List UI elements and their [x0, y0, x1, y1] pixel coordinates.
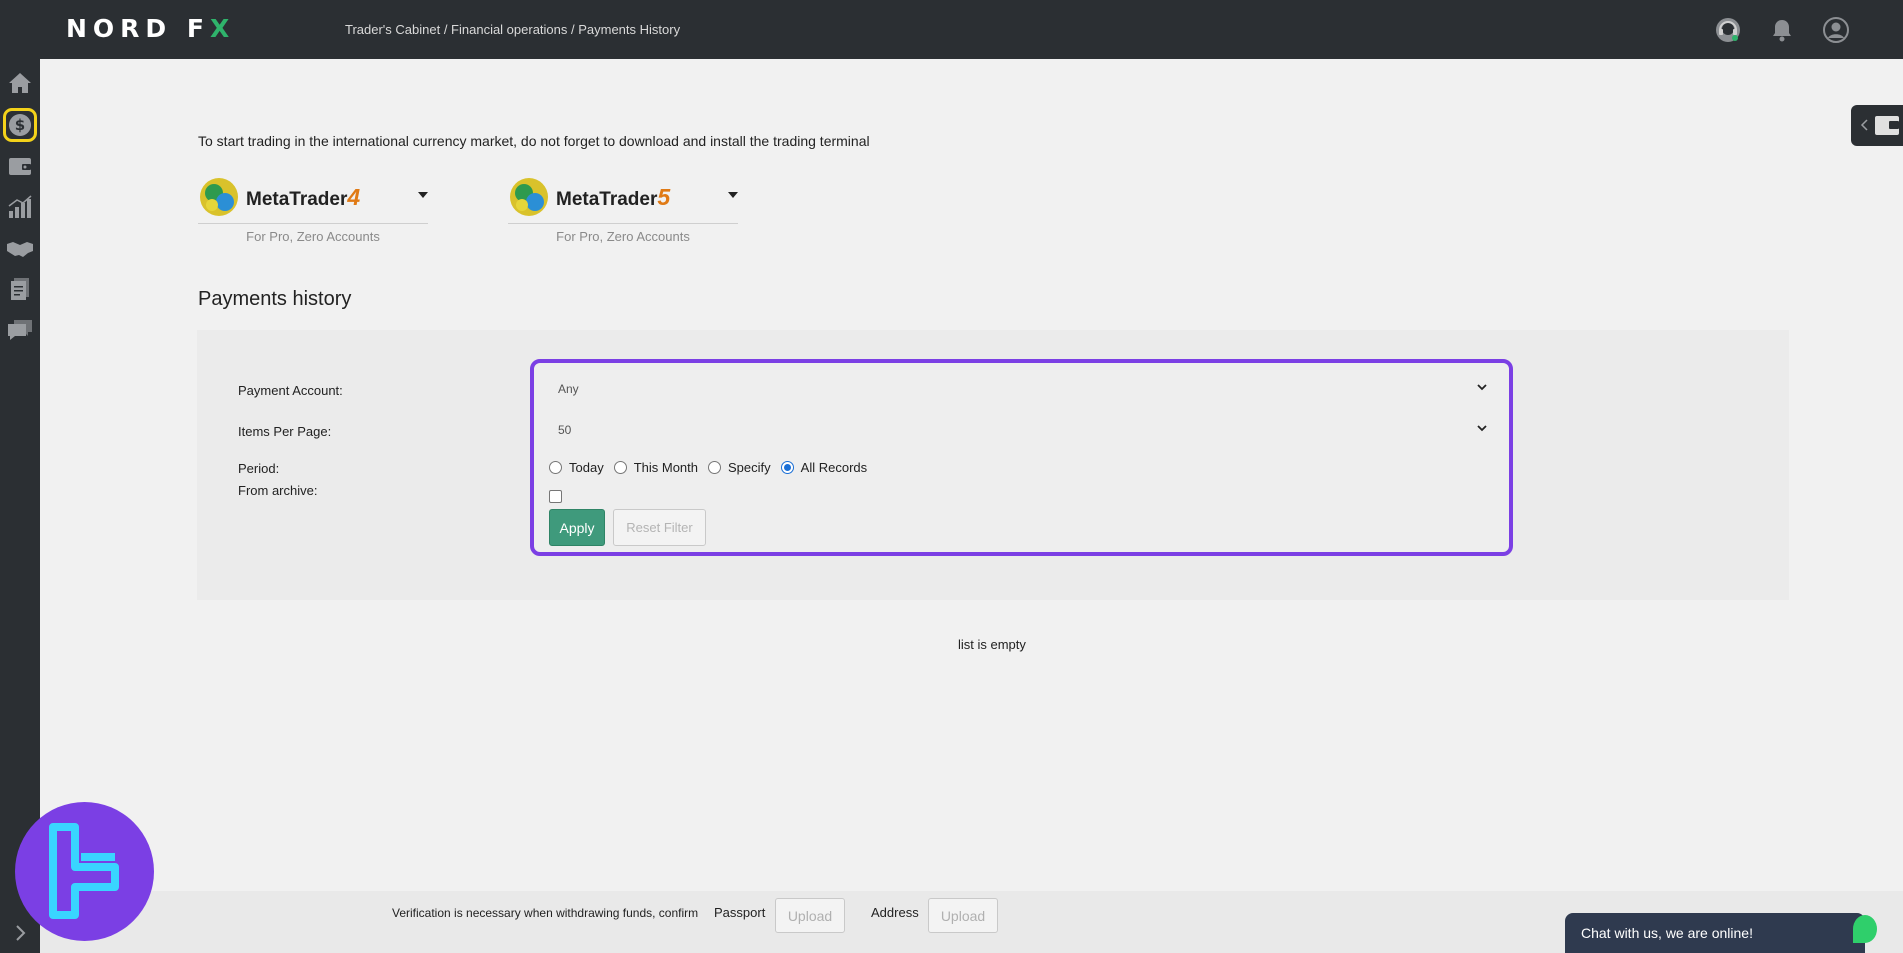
nordfx-logo[interactable]: NORD FX — [66, 14, 235, 43]
top-bar: NORD FX Trader's Cabinet / Financial ope… — [0, 0, 1903, 59]
radio-button[interactable] — [549, 461, 562, 474]
metatrader5-download[interactable]: MetaTrader5 — [508, 172, 738, 224]
caret-down-icon[interactable] — [728, 192, 738, 198]
home-icon[interactable] — [6, 69, 34, 97]
page-title: Payments history — [198, 288, 352, 310]
metatrader5-subtitle: For Pro, Zero Accounts — [556, 229, 690, 244]
period-radio-group: Today This Month Specify All Records — [549, 460, 877, 475]
svg-text:$: $ — [15, 116, 25, 134]
payment-account-label: Payment Account: — [238, 383, 343, 398]
verification-text: Verification is necessary when withdrawi… — [392, 906, 699, 920]
period-option-all-records[interactable]: All Records — [780, 460, 867, 475]
period-option-specify[interactable]: Specify — [708, 460, 771, 475]
handshake-icon[interactable] — [6, 234, 34, 262]
wallet-icon — [1860, 116, 1899, 135]
radio-button-checked[interactable] — [780, 461, 794, 474]
items-per-page-select[interactable]: 50 — [558, 414, 1488, 444]
radio-button[interactable] — [613, 461, 627, 474]
reset-filter-button[interactable]: Reset Filter — [613, 509, 706, 546]
address-label: Address — [871, 905, 919, 920]
passport-label: Passport — [714, 905, 766, 920]
period-label: Period: — [238, 461, 280, 476]
items-per-page-value: 50 — [558, 423, 572, 437]
bell-icon[interactable] — [1768, 16, 1796, 44]
chart-icon[interactable] — [6, 193, 34, 221]
radio-button[interactable] — [708, 461, 722, 474]
address-upload-button[interactable]: Upload — [928, 898, 998, 933]
items-per-page-label: Items Per Page: — [238, 424, 332, 439]
support-icon[interactable] — [1714, 16, 1742, 44]
wallet-icon[interactable] — [6, 152, 34, 180]
chat-widget[interactable]: Chat with us, we are online! — [1565, 913, 1877, 953]
online-indicator-icon — [1853, 915, 1877, 943]
passport-upload-button[interactable]: Upload — [775, 898, 845, 933]
chevron-down-icon — [1477, 425, 1487, 432]
metatrader4-download[interactable]: MetaTrader4 — [198, 172, 428, 224]
from-archive-label: From archive: — [238, 483, 318, 498]
period-option-today[interactable]: Today — [549, 460, 604, 475]
metatrader4-subtitle: For Pro, Zero Accounts — [246, 229, 380, 244]
chat-bubbles-icon[interactable] — [6, 316, 34, 344]
payment-account-value: Any — [558, 382, 579, 396]
user-icon[interactable] — [1822, 16, 1850, 44]
watermark-logo — [15, 802, 154, 941]
wallet-panel-toggle[interactable] — [1851, 105, 1903, 146]
intro-text: To start trading in the international cu… — [198, 133, 870, 149]
chevron-down-icon — [1477, 384, 1487, 391]
from-archive-checkbox[interactable] — [549, 490, 562, 503]
payment-account-select[interactable]: Any — [558, 373, 1488, 403]
filter-controls-highlight: Any 50 Today This Month Specify All Reco… — [530, 359, 1513, 556]
documents-icon[interactable] — [6, 275, 34, 303]
chat-label: Chat with us, we are online! — [1581, 925, 1753, 941]
breadcrumb: Trader's Cabinet / Financial operations … — [345, 22, 681, 37]
metatrader-logo-icon — [200, 178, 238, 216]
metatrader-title: MetaTrader4 — [246, 184, 361, 210]
period-option-this-month[interactable]: This Month — [613, 460, 698, 475]
metatrader-logo-icon — [510, 178, 548, 216]
metatrader-title: MetaTrader5 — [556, 184, 671, 210]
dollar-icon[interactable]: $ — [3, 108, 37, 142]
empty-list-message: list is empty — [958, 637, 1026, 652]
caret-down-icon[interactable] — [418, 192, 428, 198]
apply-button[interactable]: Apply — [549, 509, 605, 546]
